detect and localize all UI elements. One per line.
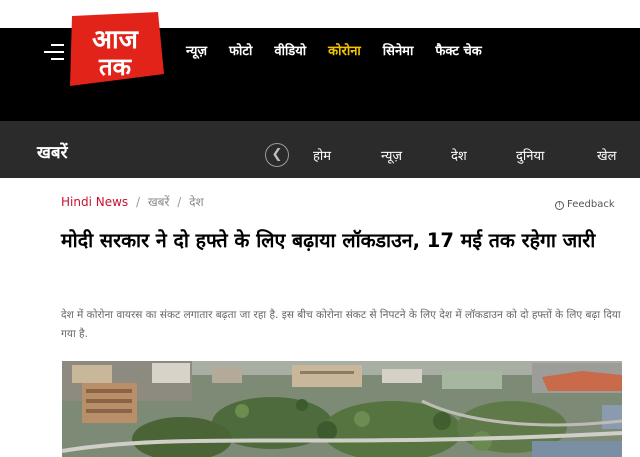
nav-item-2[interactable]: वीडियो <box>274 41 306 61</box>
hamburger-menu-icon[interactable] <box>44 44 64 60</box>
main-nav: न्यूज़ फोटो वीडियो कोरोना सिनेमा फैक्ट चेक <box>186 41 504 61</box>
logo-text-line2: तक <box>98 53 132 81</box>
section-tab-0[interactable]: होम <box>313 146 331 164</box>
nav-item-1[interactable]: फोटो <box>229 41 252 61</box>
aajtak-logo[interactable]: आज तक <box>66 12 164 86</box>
feedback-link[interactable]: ! Feedback <box>555 199 615 210</box>
breadcrumb-separator: / <box>135 195 141 209</box>
breadcrumb-home-link[interactable]: Hindi News <box>61 195 128 209</box>
section-tab-4[interactable]: खेल <box>597 146 616 164</box>
section-title[interactable]: खबरें <box>37 140 68 163</box>
feedback-label: Feedback <box>567 199 615 210</box>
article-summary: देश में कोरोना वायरस का संकट लगातार बढ़त… <box>61 309 621 340</box>
nav-item-5[interactable]: फैक्ट चेक <box>435 41 481 61</box>
breadcrumb-item-country[interactable]: देश <box>189 195 204 209</box>
nav-item-4[interactable]: सिनेमा <box>383 41 414 61</box>
aerial-city-photo[interactable] <box>62 361 622 457</box>
nav-item-3[interactable]: कोरोना <box>328 41 361 61</box>
feedback-icon: ! <box>555 201 564 210</box>
section-tab-3[interactable]: दुनिया <box>516 146 544 164</box>
breadcrumb-separator: / <box>177 195 182 209</box>
nav-item-0[interactable]: न्यूज़ <box>186 41 207 61</box>
section-tab-2[interactable]: देश <box>451 146 467 164</box>
breadcrumb-item-news[interactable]: खबरें <box>148 195 170 209</box>
section-tab-1[interactable]: न्यूज़ <box>381 146 402 164</box>
article-headline: मोदी सरकार ने दो हफ्ते के लिए बढ़ाया लॉक… <box>61 229 596 252</box>
chevron-left-icon[interactable]: ❮ <box>265 143 289 167</box>
breadcrumb: Hindi News / खबरें / देश <box>61 193 204 210</box>
